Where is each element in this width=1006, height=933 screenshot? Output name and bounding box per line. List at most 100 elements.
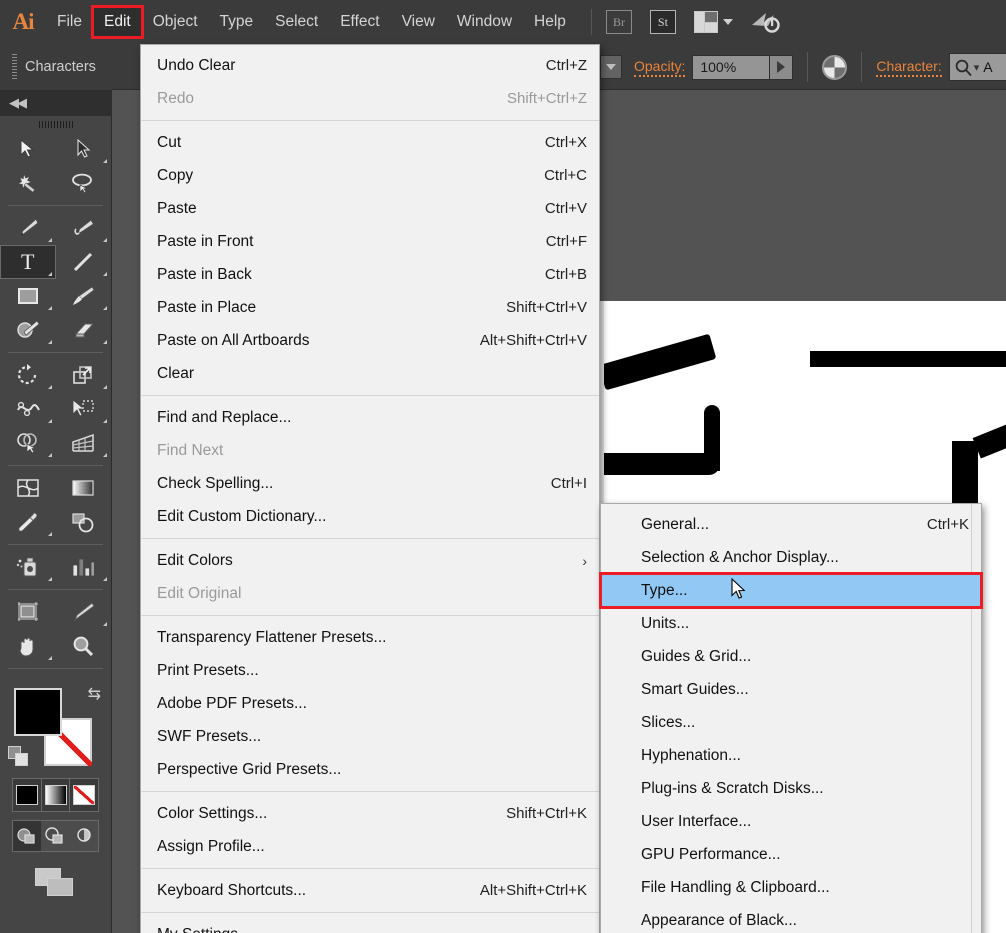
tool-rotate[interactable] — [0, 358, 56, 392]
tool-selection[interactable] — [0, 132, 56, 166]
submenu-item-file-handling-clipboard[interactable]: File Handling & Clipboard... — [601, 871, 981, 904]
menu-item-undo-clear[interactable]: Undo Clear Ctrl+Z — [141, 49, 599, 82]
submenu-item-smart-guides[interactable]: Smart Guides... — [601, 673, 981, 706]
submenu-item-general[interactable]: General... Ctrl+K — [601, 508, 981, 541]
draw-behind-button[interactable] — [41, 821, 69, 851]
menu-item-swf-presets[interactable]: SWF Presets... — [141, 720, 599, 753]
opacity-stepper-button[interactable] — [770, 54, 794, 80]
menu-item-adobe-pdf-presets[interactable]: Adobe PDF Presets... — [141, 687, 599, 720]
fill-swatch[interactable] — [14, 688, 62, 736]
stock-button[interactable]: St — [648, 9, 678, 35]
menu-item-paste-in-back[interactable]: Paste in Back Ctrl+B — [141, 258, 599, 291]
menu-item-perspective-grid-presets[interactable]: Perspective Grid Presets... — [141, 753, 599, 786]
tool-line-segment[interactable] — [56, 245, 112, 279]
gradient-button[interactable] — [40, 779, 70, 811]
tool-paintbrush[interactable] — [56, 279, 112, 313]
opacity-mask-icon[interactable] — [822, 54, 848, 80]
menu-item-keyboard-shortcuts[interactable]: Keyboard Shortcuts... Alt+Shift+Ctrl+K — [141, 874, 599, 907]
tool-artboard[interactable] — [0, 595, 56, 629]
menu-item-paste-in-front[interactable]: Paste in Front Ctrl+F — [141, 225, 599, 258]
submenu-item-plugins-scratch-disks[interactable]: Plug-ins & Scratch Disks... — [601, 772, 981, 805]
tool-zoom[interactable] — [56, 629, 112, 663]
menu-edit[interactable]: Edit — [90, 5, 144, 39]
tool-slice[interactable] — [56, 595, 112, 629]
tool-blend[interactable] — [56, 505, 112, 539]
menu-item-paste[interactable]: Paste Ctrl+V — [141, 192, 599, 225]
submenu-item-hyphenation[interactable]: Hyphenation... — [601, 739, 981, 772]
tool-width[interactable] — [0, 392, 56, 426]
toolbox-collapse-button[interactable]: ◀◀ — [0, 90, 112, 116]
tool-free-transform[interactable] — [56, 392, 112, 426]
menu-item-paste-on-all-artboards[interactable]: Paste on All Artboards Alt+Shift+Ctrl+V — [141, 324, 599, 357]
tool-perspective-grid[interactable] — [56, 426, 112, 460]
tool-symbol-sprayer[interactable] — [0, 550, 56, 584]
menu-item-copy[interactable]: Copy Ctrl+C — [141, 159, 599, 192]
menu-view[interactable]: View — [391, 7, 446, 37]
tool-mesh[interactable] — [0, 471, 56, 505]
menu-window[interactable]: Window — [446, 7, 523, 37]
submenu-item-units[interactable]: Units... — [601, 607, 981, 640]
default-fill-stroke-icon[interactable] — [8, 746, 30, 768]
menu-item-cut[interactable]: Cut Ctrl+X — [141, 126, 599, 159]
menu-item-find-and-replace[interactable]: Find and Replace... — [141, 401, 599, 434]
menu-item-print-presets[interactable]: Print Presets... — [141, 654, 599, 687]
draw-inside-button[interactable] — [70, 821, 98, 851]
tool-direct-selection[interactable] — [56, 132, 112, 166]
submenu-item-slices[interactable]: Slices... — [601, 706, 981, 739]
tool-hand[interactable] — [0, 629, 56, 663]
tool-shape-builder[interactable] — [0, 426, 56, 460]
submenu-scrollbar[interactable] — [971, 504, 981, 933]
tool-lasso[interactable] — [56, 166, 112, 200]
submenu-item-gpu-performance[interactable]: GPU Performance... — [601, 838, 981, 871]
submenu-item-user-interface[interactable]: User Interface... — [601, 805, 981, 838]
menu-item-my-settings[interactable]: My Settings › — [141, 918, 599, 933]
color-button[interactable] — [13, 779, 41, 811]
stroke-dropdown-button[interactable] — [600, 55, 622, 79]
menu-item-paste-in-place[interactable]: Paste in Place Shift+Ctrl+V — [141, 291, 599, 324]
arrange-documents-button[interactable] — [692, 9, 736, 35]
screen-mode-button[interactable] — [0, 868, 111, 898]
tool-shaper[interactable] — [0, 313, 56, 347]
menu-help[interactable]: Help — [523, 7, 577, 37]
tool-magic-wand[interactable] — [0, 166, 56, 200]
control-divider-2 — [861, 52, 863, 82]
menu-item-edit-custom-dictionary[interactable]: Edit Custom Dictionary... — [141, 500, 599, 533]
tool-gradient[interactable] — [56, 471, 112, 505]
tool-rectangle[interactable] — [0, 279, 56, 313]
font-search-input[interactable]: ▾ A — [948, 53, 1006, 81]
menu-item-assign-profile[interactable]: Assign Profile... — [141, 830, 599, 863]
submenu-item-type[interactable]: Type... — [599, 572, 983, 609]
tool-curvature[interactable] — [56, 211, 112, 245]
submenu-item-selection-anchor-display[interactable]: Selection & Anchor Display... — [601, 541, 981, 574]
tool-pen[interactable] — [0, 211, 56, 245]
character-label[interactable]: Character: — [876, 58, 942, 77]
shaper-icon — [17, 320, 40, 338]
bridge-button[interactable]: Br — [604, 9, 634, 35]
tool-scale[interactable] — [56, 358, 112, 392]
menu-item-check-spelling[interactable]: Check Spelling... Ctrl+I — [141, 467, 599, 500]
menu-item-shortcut: Ctrl+C — [544, 167, 587, 184]
tool-eraser[interactable] — [56, 313, 112, 347]
menu-file[interactable]: File — [46, 7, 93, 37]
tool-eyedropper[interactable] — [0, 505, 56, 539]
tool-column-graph[interactable] — [56, 550, 112, 584]
none-button[interactable] — [69, 779, 98, 811]
menu-object[interactable]: Object — [142, 7, 209, 37]
menu-item-clear[interactable]: Clear — [141, 357, 599, 390]
characters-panel-tab[interactable]: Characters — [0, 44, 112, 90]
menu-effect[interactable]: Effect — [329, 7, 390, 37]
draw-normal-button[interactable] — [13, 821, 42, 851]
opacity-input[interactable]: 100% — [692, 54, 771, 80]
menu-item-transparency-flattener-presets[interactable]: Transparency Flattener Presets... — [141, 621, 599, 654]
menu-type[interactable]: Type — [209, 7, 265, 37]
submenu-item-appearance-of-black[interactable]: Appearance of Black... — [601, 904, 981, 933]
swap-fill-stroke-icon[interactable]: ⇆ — [88, 684, 101, 704]
workspace-switcher-button[interactable] — [750, 9, 780, 35]
menu-select[interactable]: Select — [264, 7, 329, 37]
tool-type[interactable]: T — [0, 245, 56, 279]
menu-item-color-settings[interactable]: Color Settings... Shift+Ctrl+K — [141, 797, 599, 830]
opacity-label[interactable]: Opacity: — [634, 58, 686, 77]
submenu-item-guides-grid[interactable]: Guides & Grid... — [601, 640, 981, 673]
toolbox-grip-icon[interactable] — [0, 116, 111, 132]
menu-item-edit-colors[interactable]: Edit Colors › — [141, 544, 599, 577]
